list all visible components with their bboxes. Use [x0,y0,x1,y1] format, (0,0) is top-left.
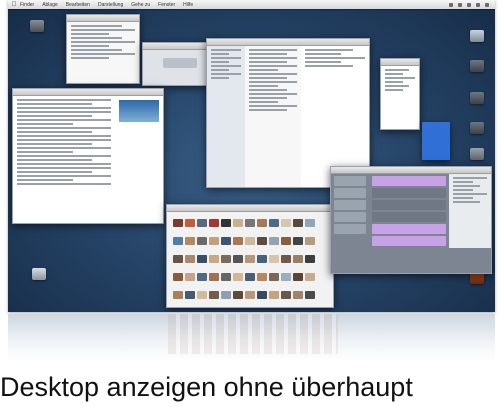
hard-drive-icon[interactable] [30,20,44,32]
desktop-icon[interactable] [470,122,484,134]
photo-browser-window[interactable] [166,204,334,308]
desktop-icon[interactable] [470,92,484,104]
menu-item[interactable]: Finder [20,2,34,8]
desktop-icon[interactable] [470,60,484,72]
battery-icon[interactable] [467,2,471,7]
window-titlebar[interactable] [13,89,163,96]
desktop-icon[interactable] [470,148,484,160]
menu-item[interactable]: Ablage [42,2,58,8]
caption-text: Desktop anzeigen ohne überhaupt [0,372,413,402]
menu-item[interactable]: Gehe zu [131,2,150,8]
wifi-icon[interactable] [449,2,453,7]
audio-editor-window[interactable] [330,166,492,274]
finder-sidebar[interactable] [207,46,245,187]
window-titlebar[interactable] [381,59,419,66]
apple-menu-icon[interactable]:  [8,1,20,8]
panel-control[interactable] [163,58,197,68]
status-icons [449,2,489,7]
finder-file-list[interactable] [245,46,301,187]
menu-item[interactable]: Bearbeiten [66,2,90,8]
photo-grid[interactable] [167,212,333,307]
folder-icon[interactable] [32,268,46,280]
window-titlebar[interactable] [207,39,369,46]
document-text [13,96,115,190]
desktop-screenshot:  Finder Ablage Bearbeiten Darstellung G… [8,0,495,312]
reflection-ghost [168,314,338,354]
notes-window[interactable] [380,58,420,130]
volume-icon[interactable] [458,2,462,7]
window-titlebar[interactable] [331,167,491,174]
desktop-icon[interactable] [470,30,484,42]
blue-widget-window[interactable] [422,122,450,160]
menu-item[interactable]: Hilfe [183,2,193,8]
menu-item[interactable]: Darstellung [98,2,123,8]
window-titlebar[interactable] [167,205,333,212]
screenshot-reflection [8,314,495,362]
window-content [381,66,419,96]
text-editor-window[interactable] [66,14,140,84]
track-headers[interactable] [331,174,369,248]
document-window[interactable] [12,88,164,224]
clock-icon[interactable] [476,2,480,7]
window-titlebar[interactable] [67,15,139,22]
document-image [119,100,159,122]
menu-bar:  Finder Ablage Bearbeiten Darstellung G… [8,0,495,9]
spotlight-icon[interactable] [485,2,489,7]
menu-item[interactable]: Fenster [158,2,175,8]
audio-tracks[interactable] [369,174,449,248]
audio-inspector[interactable] [449,174,491,248]
window-content [67,22,139,64]
